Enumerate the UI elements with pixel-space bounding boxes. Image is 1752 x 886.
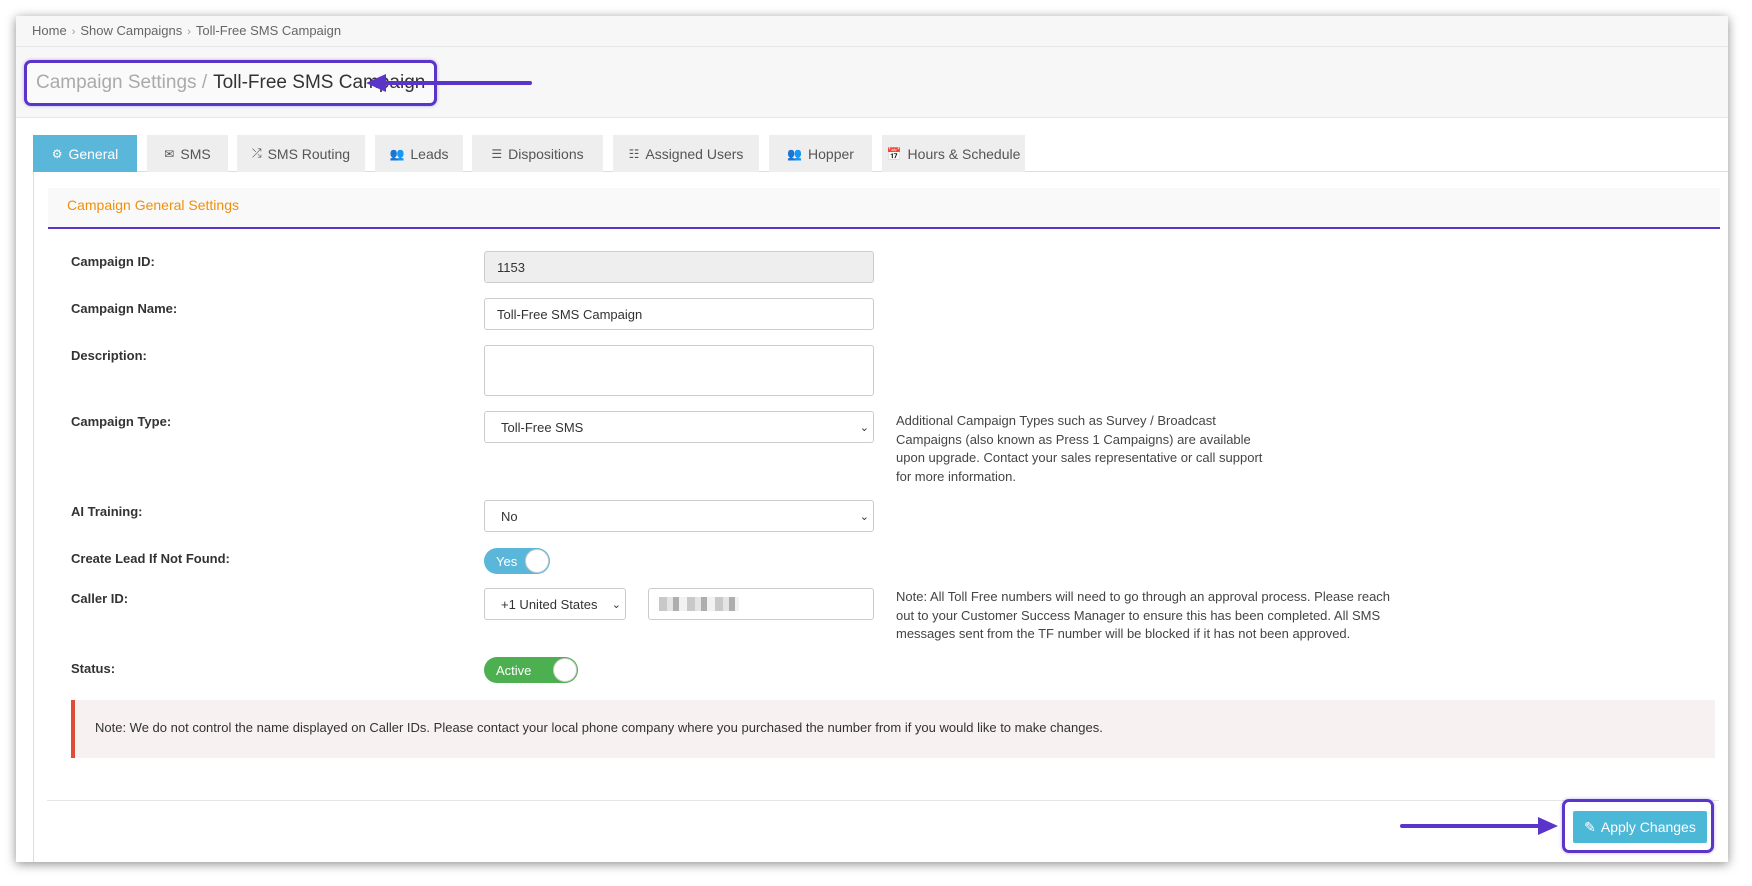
- tab-hopper[interactable]: 👥 Hopper: [769, 135, 872, 172]
- tab-label: General: [68, 145, 119, 162]
- section-title: Campaign General Settings: [48, 188, 1720, 229]
- gears-icon: ⚙: [51, 146, 63, 161]
- status-toggle[interactable]: Active: [484, 657, 578, 683]
- description-label: Description:: [71, 348, 147, 363]
- page-title-prefix: Campaign Settings /: [36, 72, 208, 93]
- breadcrumb-current: Toll-Free SMS Campaign: [195, 23, 342, 38]
- campaign-name-label: Campaign Name:: [71, 301, 178, 316]
- caller-id-help: Note: All Toll Free numbers will need to…: [896, 588, 1390, 644]
- app-window: Home › Show Campaigns › Toll-Free SMS Campai…: [16, 16, 1728, 862]
- campaign-id-field: 1153: [484, 251, 874, 283]
- apply-changes-label: Apply Changes: [1600, 819, 1696, 835]
- tab-label: Leads: [410, 145, 449, 162]
- campaign-name-field[interactable]: Toll-Free SMS Campaign: [484, 298, 874, 330]
- users-icon: 👥: [389, 146, 405, 161]
- list-ol-icon: ☷: [628, 146, 640, 161]
- campaign-type-label: Campaign Type:: [71, 414, 172, 429]
- tab-label: SMS: [180, 145, 211, 162]
- campaign-type-value: Toll-Free SMS: [501, 419, 584, 435]
- ai-training-label: AI Training:: [71, 504, 143, 519]
- breadcrumb: Home › Show Campaigns › Toll-Free SMS Campai…: [16, 16, 1728, 47]
- calendar-icon: 📅: [886, 146, 902, 161]
- breadcrumb-separator: ›: [71, 26, 76, 38]
- apply-highlight: ✎ Apply Changes: [1562, 799, 1714, 853]
- page-header: Campaign Settings / Toll-Free SMS Campai…: [16, 47, 1728, 118]
- tab-general[interactable]: ⚙ General: [33, 135, 137, 172]
- help-line: Campaigns (also known as Press 1 Campaig…: [896, 431, 1251, 447]
- list-icon: ☰: [491, 146, 503, 161]
- toggle-knob: [553, 658, 577, 682]
- tab-label: Hours & Schedule: [907, 145, 1021, 162]
- tab-hours-schedule[interactable]: 📅 Hours & Schedule: [882, 135, 1025, 172]
- create-lead-label: Create Lead If Not Found:: [71, 551, 230, 566]
- status-label: Status:: [71, 661, 116, 676]
- tab-leads[interactable]: 👥 Leads: [375, 135, 463, 172]
- toggle-label: Active: [496, 662, 532, 678]
- caller-id-country-value: +1 United States: [501, 596, 598, 612]
- breadcrumb-show-campaigns[interactable]: Show Campaigns: [80, 23, 182, 38]
- help-line: upon upgrade. Contact your sales represe…: [896, 450, 1263, 465]
- redacted-number: [659, 597, 739, 611]
- create-lead-toggle[interactable]: Yes: [484, 548, 550, 574]
- help-line: out to your Customer Success Manager to …: [896, 607, 1381, 623]
- chevron-down-icon: ⌄: [859, 421, 869, 434]
- apply-annotation-arrow-icon: [1400, 817, 1558, 835]
- chevron-down-icon: ⌄: [859, 510, 869, 523]
- tab-label: Dispositions: [508, 145, 584, 162]
- breadcrumb-home[interactable]: Home: [32, 23, 67, 38]
- tab-assigned-users[interactable]: ☷ Assigned Users: [613, 135, 759, 172]
- campaign-type-select[interactable]: Toll-Free SMS ⌄: [484, 411, 874, 443]
- tab-label: Hopper: [808, 145, 854, 162]
- apply-changes-button[interactable]: ✎ Apply Changes: [1573, 811, 1707, 843]
- help-line: for more information.: [896, 468, 1016, 484]
- tab-content-panel: [33, 172, 1728, 862]
- description-field[interactable]: [484, 345, 874, 396]
- help-line: Additional Campaign Types such as Survey…: [896, 413, 1216, 428]
- breadcrumb-separator: ›: [187, 26, 191, 38]
- envelope-icon: ✉: [164, 146, 175, 161]
- tab-sms[interactable]: ✉ SMS: [147, 135, 228, 172]
- tab-bar: ⚙ General ✉ SMS ⤮ SMS Routing 👥 Leads ☰ Dispo…: [33, 135, 1728, 172]
- title-annotation-arrow-icon: [366, 74, 532, 92]
- caller-id-label: Caller ID:: [71, 591, 129, 606]
- help-line: messages sent from the TF number will be…: [896, 626, 1351, 641]
- caller-id-country-select[interactable]: +1 United States ⌄: [484, 588, 626, 620]
- tab-dispositions[interactable]: ☰ Dispositions: [472, 135, 603, 172]
- caller-id-number-field[interactable]: [648, 588, 874, 620]
- divider: [47, 800, 1719, 801]
- campaign-type-help: Additional Campaign Types such as Survey…: [896, 412, 1262, 486]
- users-icon: 👥: [787, 146, 803, 161]
- tab-sms-routing[interactable]: ⤮ SMS Routing: [237, 135, 365, 172]
- campaign-id-label: Campaign ID:: [71, 254, 155, 269]
- help-line: Note: All Toll Free numbers will need to…: [896, 589, 1391, 604]
- caller-id-note: Note: We do not control the name display…: [71, 700, 1715, 758]
- tab-label: SMS Routing: [267, 145, 351, 162]
- edit-icon: ✎: [1584, 818, 1596, 835]
- toggle-label: Yes: [496, 553, 518, 569]
- toggle-knob: [525, 549, 549, 573]
- chevron-down-icon: ⌄: [611, 598, 621, 611]
- random-icon: ⤮: [251, 146, 262, 160]
- tab-label: Assigned Users: [645, 145, 744, 162]
- ai-training-select[interactable]: No ⌄: [484, 500, 874, 532]
- ai-training-value: No: [501, 508, 518, 524]
